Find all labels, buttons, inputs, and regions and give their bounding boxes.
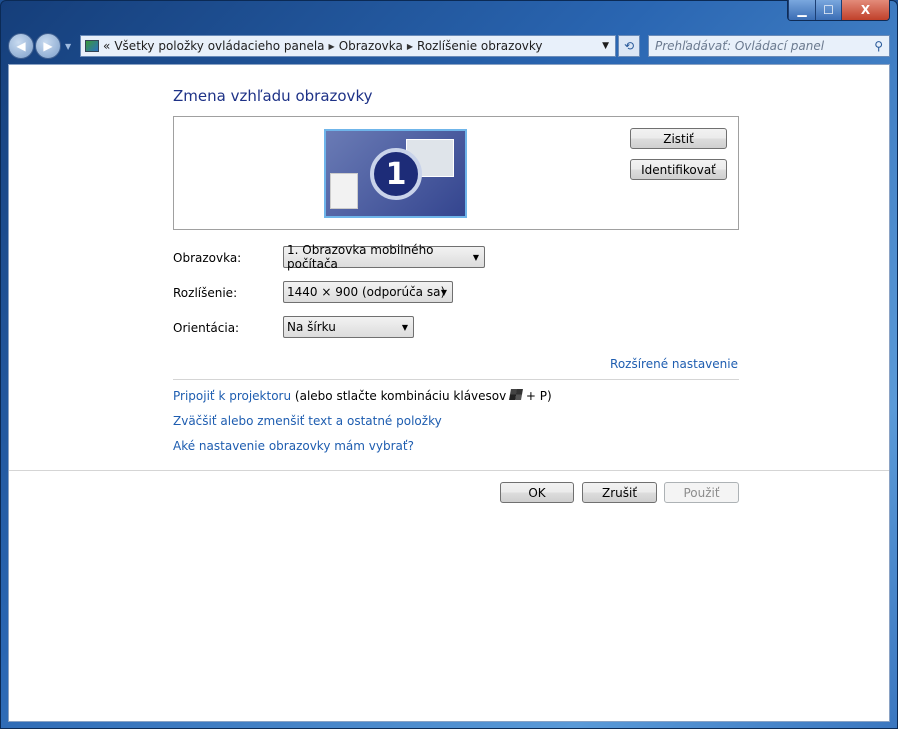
monitor-number: 1 <box>370 148 422 200</box>
page-title: Zmena vzhľadu obrazovky <box>173 87 373 105</box>
cancel-button[interactable]: Zrušiť <box>582 482 657 503</box>
identify-button[interactable]: Identifikovať <box>630 159 727 180</box>
minimize-button[interactable]: ▁ <box>788 0 815 20</box>
chevron-down-icon: ▼ <box>440 287 447 297</box>
caption-buttons: ▁ ☐ X <box>787 0 890 21</box>
monitor-1-thumbnail[interactable]: 1 <box>324 129 467 218</box>
resolution-select[interactable]: 1440 × 900 (odporúča sa) ▼ <box>283 281 453 303</box>
projector-hint: (alebo stlačte kombináciu klávesov <box>294 389 507 403</box>
search-placeholder: Prehľadávať: Ovládací panel <box>655 39 825 53</box>
recent-pages-dropdown[interactable]: ▼ <box>65 42 71 51</box>
refresh-button[interactable]: ⟲ <box>618 35 640 57</box>
ok-button[interactable]: OK <box>500 482 574 503</box>
projector-row: Pripojiť k projektoru (alebo stlačte kom… <box>173 389 552 403</box>
divider <box>173 379 739 380</box>
display-value: 1. Obrazovka mobilného počítača <box>287 243 434 271</box>
projector-key: + P) <box>525 389 552 403</box>
address-overflow[interactable]: « <box>103 39 110 53</box>
chevron-right-icon[interactable]: ▶ <box>329 42 335 51</box>
start-menu-illustration <box>330 173 358 209</box>
text-size-link[interactable]: Zväčšiť alebo zmenšiť text a ostatné pol… <box>173 414 442 428</box>
windows-logo-icon <box>509 389 524 400</box>
orientation-label: Orientácia: <box>173 321 240 335</box>
apply-button: Použiť <box>664 482 739 503</box>
advanced-settings-link[interactable]: Rozšírené nastavenie <box>610 357 738 371</box>
resolution-value: 1440 × 900 (odporúča sa) <box>287 285 446 299</box>
orientation-value: Na šírku <box>287 320 336 334</box>
back-button[interactable]: ◀ <box>8 33 34 59</box>
breadcrumb-display[interactable]: Obrazovka <box>339 39 403 53</box>
breadcrumb-all-items[interactable]: Všetky položky ovládacieho panela <box>114 39 324 53</box>
chevron-right-icon[interactable]: ▶ <box>407 42 413 51</box>
connect-projector-link[interactable]: Pripojiť k projektoru <box>173 389 291 403</box>
forward-button[interactable]: ▶ <box>35 33 61 59</box>
footer-divider <box>9 470 889 471</box>
close-button[interactable]: X <box>841 0 889 20</box>
breadcrumb-resolution[interactable]: Rozlíšenie obrazovky <box>417 39 543 53</box>
search-input[interactable]: Prehľadávať: Ovládací panel ⚲ <box>648 35 890 57</box>
resolution-label: Rozlíšenie: <box>173 286 238 300</box>
display-preview: 1 Zistiť Identifikovať <box>173 116 739 230</box>
chevron-down-icon[interactable]: ▼ <box>602 41 609 51</box>
chevron-down-icon: ▼ <box>401 322 408 332</box>
display-label: Obrazovka: <box>173 251 242 265</box>
detect-button[interactable]: Zistiť <box>630 128 727 149</box>
address-bar[interactable]: « Všetky položky ovládacieho panela ▶ Obr… <box>80 35 616 57</box>
orientation-select[interactable]: Na šírku ▼ <box>283 316 414 338</box>
chevron-down-icon: ▼ <box>472 252 479 262</box>
maximize-button[interactable]: ☐ <box>815 0 841 20</box>
control-panel-icon <box>85 40 99 52</box>
search-icon[interactable]: ⚲ <box>874 39 883 53</box>
navigation-bar: ◀ ▶ ▼ « Všetky položky ovládacieho panel… <box>8 32 890 60</box>
content-pane: Zmena vzhľadu obrazovky 1 Zistiť Identif… <box>8 64 890 722</box>
display-help-link[interactable]: Aké nastavenie obrazovky mám vybrať? <box>173 439 414 453</box>
display-select[interactable]: 1. Obrazovka mobilného počítača ▼ <box>283 243 485 271</box>
